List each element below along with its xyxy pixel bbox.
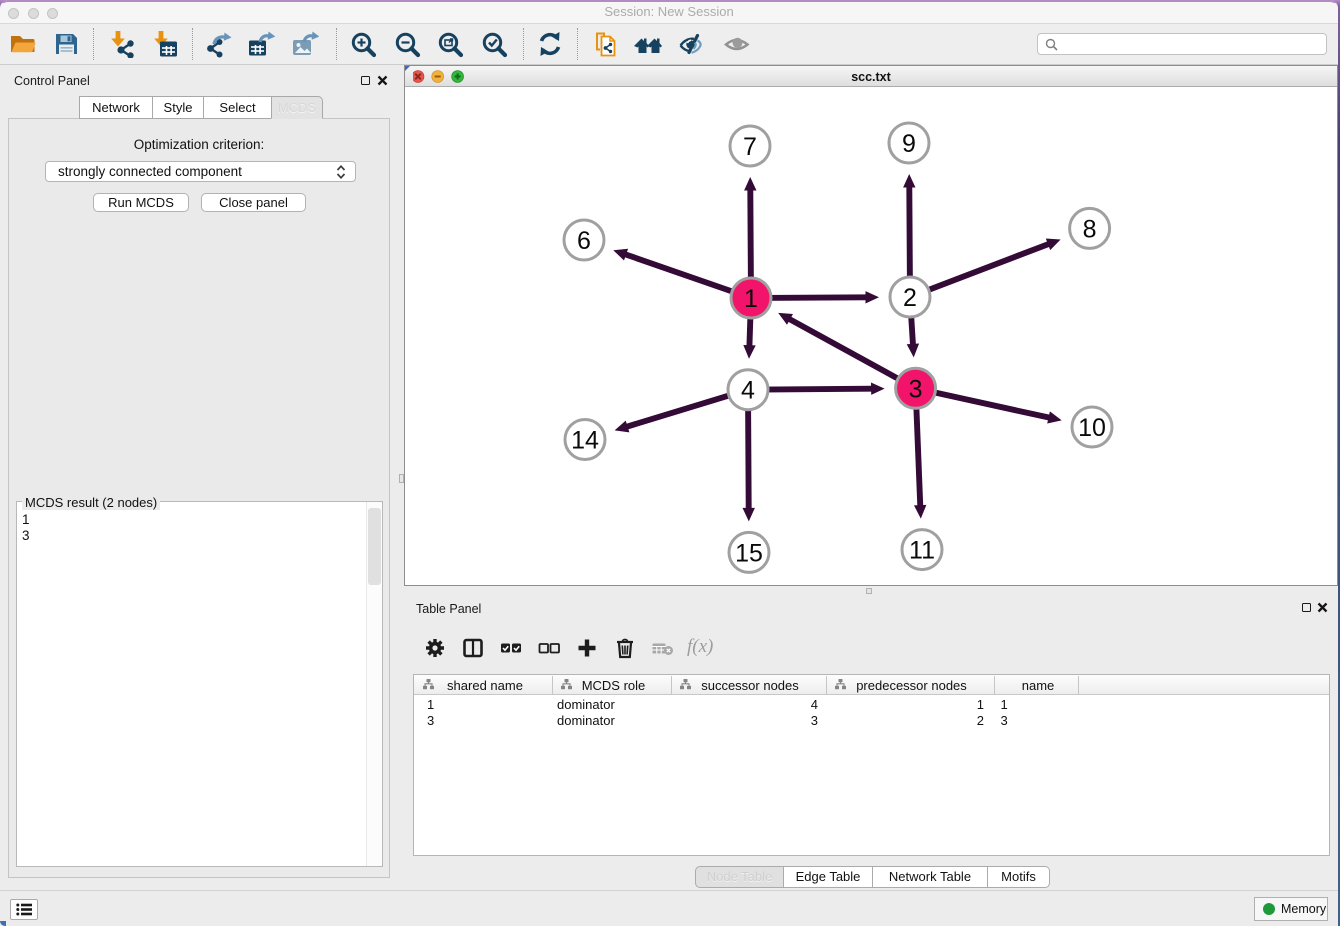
svg-text:8: 8 [1083,215,1097,243]
svg-text:1: 1 [744,285,758,313]
svg-text:3: 3 [909,375,923,403]
svg-text:9: 9 [902,130,916,158]
svg-text:11: 11 [909,537,935,565]
svg-text:4: 4 [741,377,755,405]
svg-text:15: 15 [735,539,763,567]
svg-text:2: 2 [903,284,917,312]
svg-text:7: 7 [743,133,757,161]
svg-text:10: 10 [1078,414,1106,442]
svg-text:6: 6 [577,227,591,255]
svg-text:14: 14 [571,427,599,455]
